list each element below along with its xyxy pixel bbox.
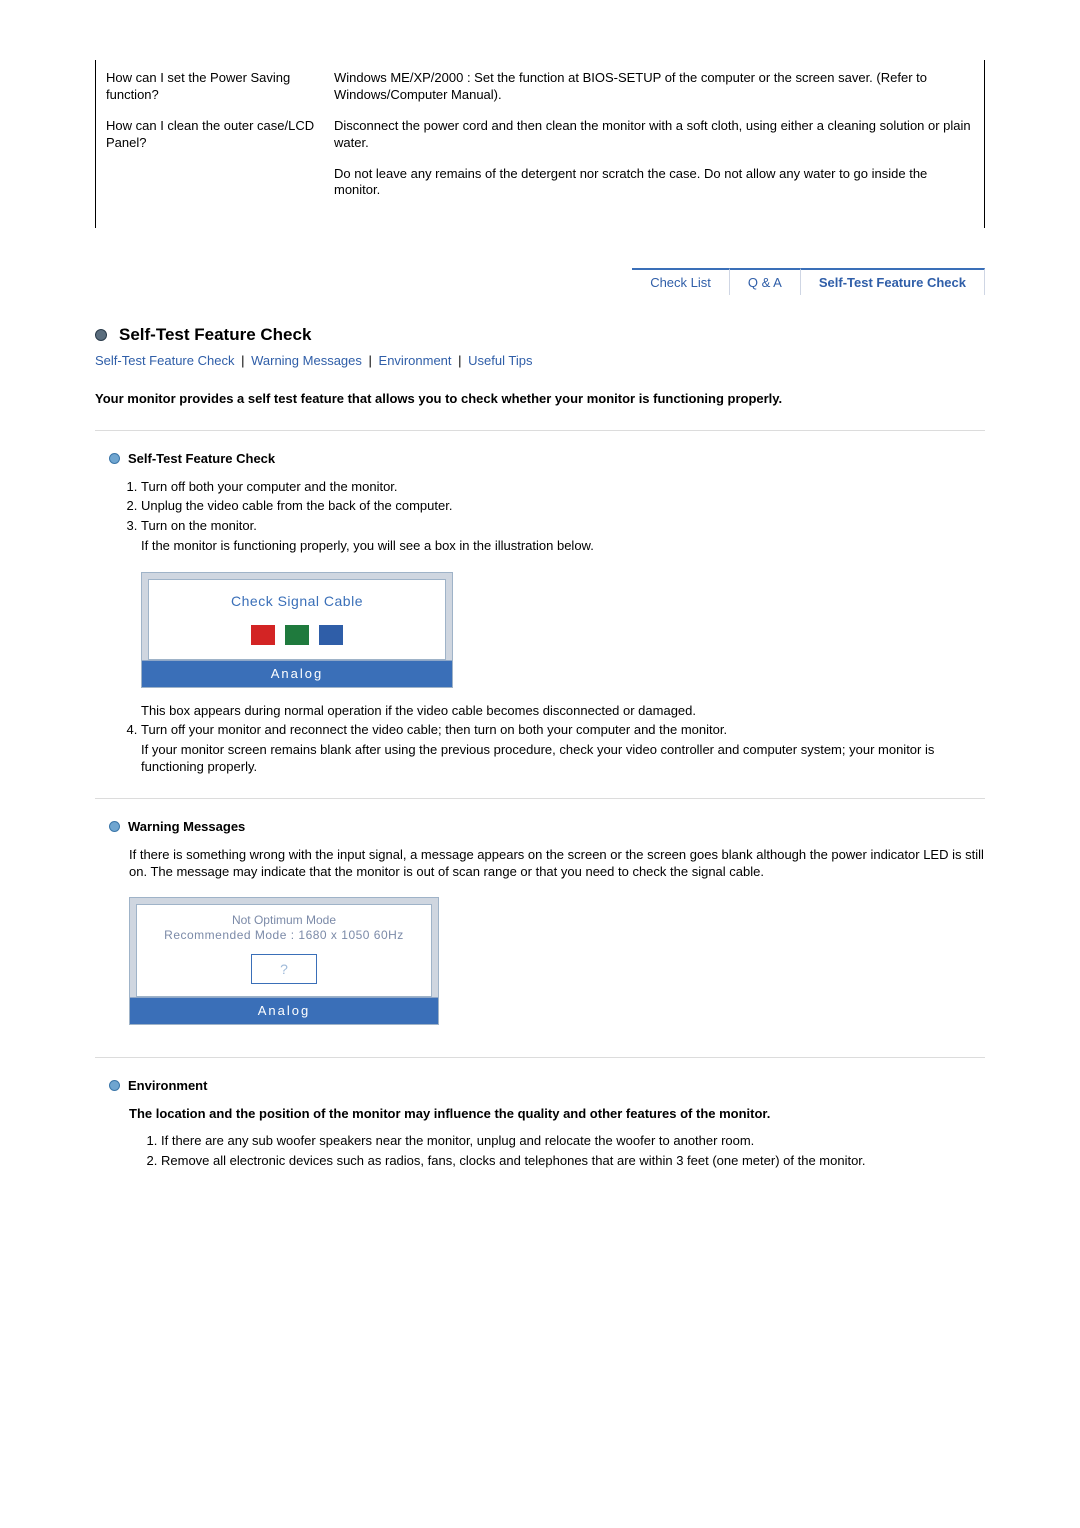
page-title: Self-Test Feature Check (119, 325, 311, 345)
warning-body: If there is something wrong with the inp… (129, 846, 985, 1025)
figure-mode-label: Analog (130, 997, 438, 1024)
step-item: Turn on the monitor. If the monitor is f… (141, 517, 985, 719)
green-square-icon (285, 625, 309, 645)
step-item: Turn off your monitor and reconnect the … (141, 721, 985, 776)
section-heading-row: Environment (109, 1078, 985, 1093)
question-box-icon: ? (251, 954, 317, 984)
tab-check-list[interactable]: Check List (632, 268, 730, 295)
step-text: Unplug the video cable from the back of … (141, 498, 452, 513)
faq-answer-text: Do not leave any remains of the detergen… (334, 166, 974, 200)
separator: | (241, 353, 244, 368)
tab-qa[interactable]: Q & A (730, 268, 801, 295)
figure-mode-label: Analog (142, 660, 452, 687)
step-text: Turn off your monitor and reconnect the … (141, 721, 985, 739)
link-environment[interactable]: Environment (379, 353, 452, 368)
figure-line2: Recommended Mode : 1680 x 1050 60Hz (141, 928, 427, 944)
bullet-icon (109, 1080, 120, 1091)
step-text: Turn on the monitor. (141, 517, 985, 535)
faq-question: How can I clean the outer case/LCD Panel… (106, 118, 334, 200)
separator: | (458, 353, 461, 368)
blue-square-icon (319, 625, 343, 645)
faq-answer: Windows ME/XP/2000 : Set the function at… (334, 70, 974, 104)
link-useful-tips[interactable]: Useful Tips (468, 353, 532, 368)
bullet-icon (95, 329, 107, 341)
steps-list: Turn off both your computer and the moni… (123, 478, 985, 776)
figure-line1: Not Optimum Mode (141, 913, 427, 929)
figure-not-optimum: Not Optimum Mode Recommended Mode : 1680… (129, 897, 439, 1025)
env-text: Remove all electronic devices such as ra… (161, 1153, 866, 1168)
step-item: Unplug the video cable from the back of … (141, 497, 985, 515)
bullet-icon (109, 821, 120, 832)
faq-answer: Disconnect the power cord and then clean… (334, 118, 974, 200)
separator: | (369, 353, 372, 368)
env-list: If there are any sub woofer speakers nea… (143, 1132, 985, 1169)
step-text: This box appears during normal operation… (141, 702, 985, 720)
link-warning-messages[interactable]: Warning Messages (251, 353, 362, 368)
warning-text: If there is something wrong with the inp… (129, 846, 985, 881)
step-text: Turn off both your computer and the moni… (141, 479, 398, 494)
intro-text: Your monitor provides a self test featur… (95, 390, 985, 408)
page-heading-row: Self-Test Feature Check (95, 325, 985, 345)
env-item: If there are any sub woofer speakers nea… (161, 1132, 985, 1150)
env-intro: The location and the position of the mon… (129, 1105, 985, 1123)
step-text: If your monitor screen remains blank aft… (141, 741, 985, 776)
figure-check-signal: Check Signal Cable Analog (141, 572, 453, 687)
faq-row: How can I set the Power Saving function?… (106, 70, 974, 104)
link-self-test[interactable]: Self-Test Feature Check (95, 353, 234, 368)
tab-self-test[interactable]: Self-Test Feature Check (801, 268, 985, 295)
figure-message: Check Signal Cable (157, 592, 437, 611)
env-item: Remove all electronic devices such as ra… (161, 1152, 985, 1170)
faq-table: How can I set the Power Saving function?… (95, 60, 985, 228)
figure-inner: Not Optimum Mode Recommended Mode : 1680… (136, 904, 432, 997)
anchor-links: Self-Test Feature Check | Warning Messag… (95, 353, 985, 368)
faq-question: How can I set the Power Saving function? (106, 70, 334, 104)
step-text: If the monitor is functioning properly, … (141, 537, 985, 555)
section-heading-warning: Warning Messages (128, 819, 245, 834)
tab-nav: Check List Q & A Self-Test Feature Check (95, 268, 985, 295)
section-heading-row: Warning Messages (109, 819, 985, 834)
section-heading-self-test: Self-Test Feature Check (128, 451, 275, 466)
faq-answer-text: Windows ME/XP/2000 : Set the function at… (334, 70, 974, 104)
section-heading-env: Environment (128, 1078, 207, 1093)
divider (95, 1057, 985, 1058)
faq-answer-text: Disconnect the power cord and then clean… (334, 118, 974, 152)
divider (95, 430, 985, 431)
env-text: If there are any sub woofer speakers nea… (161, 1133, 754, 1148)
red-square-icon (251, 625, 275, 645)
section-heading-row: Self-Test Feature Check (109, 451, 985, 466)
faq-row: How can I clean the outer case/LCD Panel… (106, 118, 974, 200)
step-item: Turn off both your computer and the moni… (141, 478, 985, 496)
divider (95, 798, 985, 799)
rgb-squares (157, 625, 437, 645)
bullet-icon (109, 453, 120, 464)
figure-inner: Check Signal Cable (148, 579, 446, 660)
